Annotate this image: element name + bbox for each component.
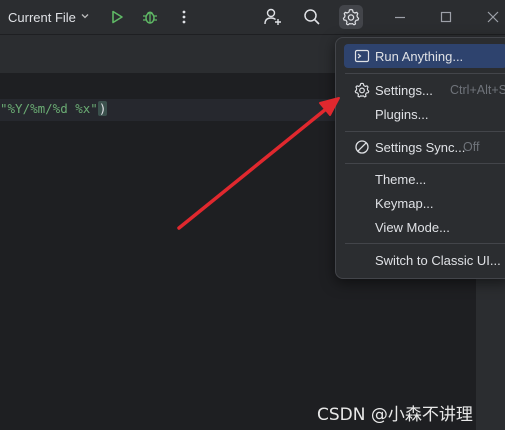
watermark-text: CSDN @小森不讲理 [317,405,473,425]
annotation-arrow [177,97,340,230]
